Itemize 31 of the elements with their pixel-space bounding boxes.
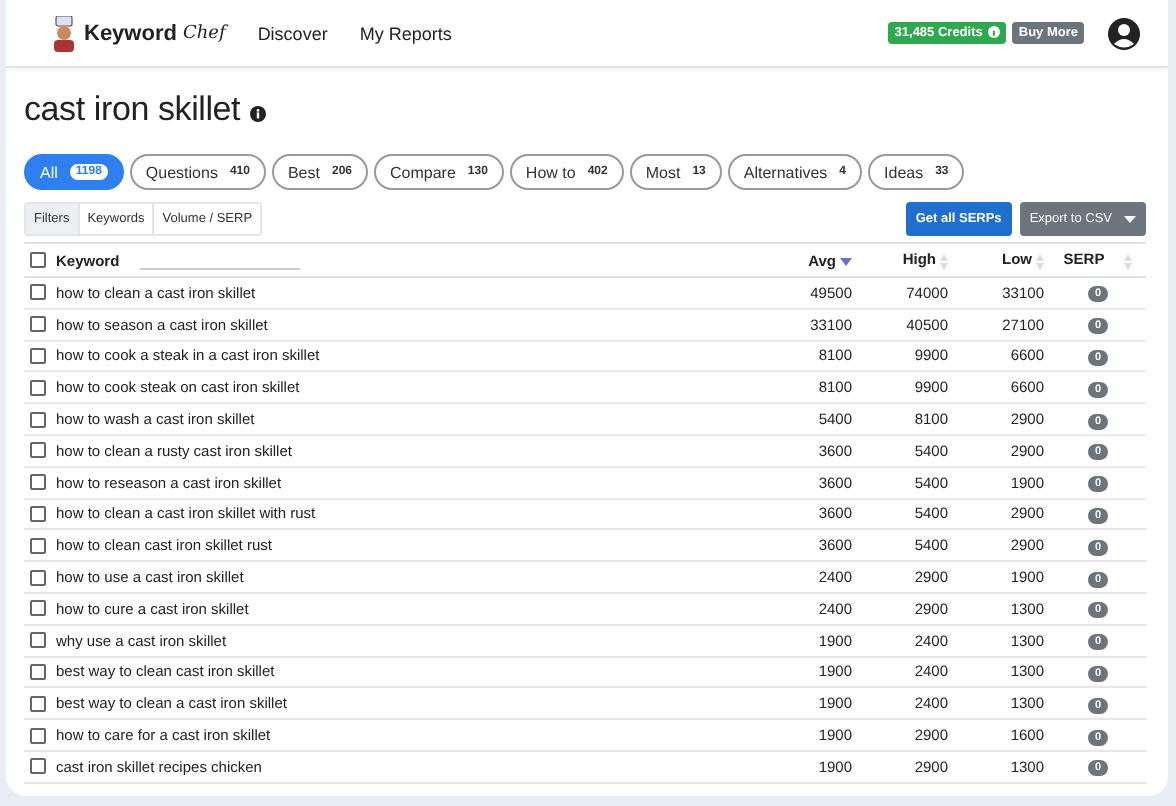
row-checkbox[interactable] (30, 316, 46, 333)
row-checkbox[interactable] (30, 569, 46, 586)
row-checkbox[interactable] (30, 632, 46, 649)
row-checkbox[interactable] (30, 600, 46, 617)
row-checkbox[interactable] (30, 758, 46, 775)
row-checkbox[interactable] (30, 411, 46, 428)
row-checkbox[interactable] (30, 347, 46, 364)
chef-logo-icon (50, 15, 78, 51)
sort-icon (1124, 253, 1133, 269)
row-checkbox[interactable] (30, 284, 46, 301)
user-avatar-icon[interactable] (1108, 17, 1140, 49)
row-checkbox[interactable] (30, 727, 46, 744)
page-title: cast iron skillet (24, 90, 241, 130)
row-checkbox[interactable] (30, 442, 46, 459)
row-checkbox[interactable] (30, 663, 46, 680)
caret-icon (1124, 215, 1136, 223)
row-checkbox[interactable] (30, 695, 46, 712)
row-checkbox[interactable] (30, 505, 46, 522)
info-icon (986, 22, 1007, 44)
brand-script: Chef (182, 23, 226, 43)
row-checkbox[interactable] (30, 474, 46, 491)
row-checkbox[interactable] (30, 379, 46, 396)
select-all-checkbox[interactable] (30, 252, 46, 268)
row-checkbox[interactable] (30, 537, 46, 554)
info-icon (250, 105, 267, 121)
sort-icon (940, 253, 948, 269)
nav-link[interactable]: My Reports (359, 23, 452, 43)
nav-link[interactable]: Discover (257, 23, 328, 43)
brand-name: Keyword (84, 21, 177, 45)
sort-icon (1036, 253, 1044, 269)
sort-down-icon (840, 257, 852, 266)
